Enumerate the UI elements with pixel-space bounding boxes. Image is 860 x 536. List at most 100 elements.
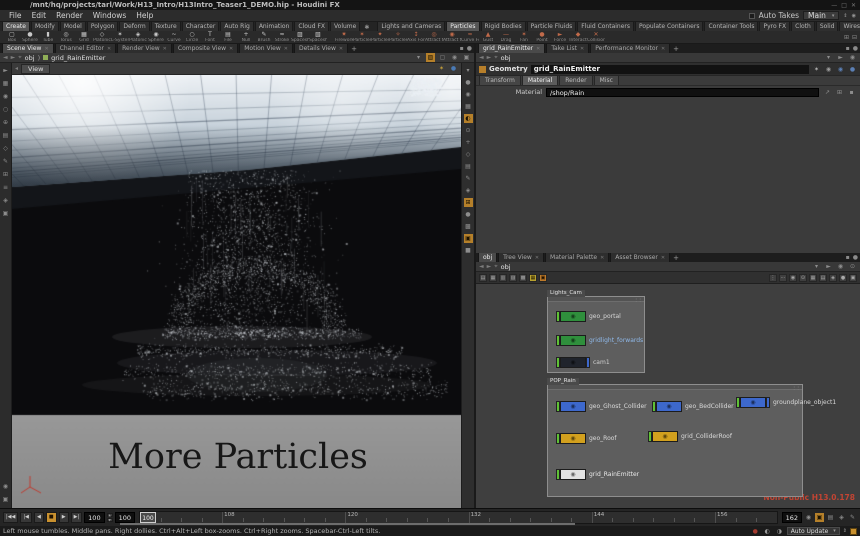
close-icon[interactable]: ✕ <box>284 46 288 52</box>
scene-path-icon[interactable]: ▾ <box>414 53 423 62</box>
forward-arrow-icon[interactable]: ► <box>11 54 16 61</box>
close-icon[interactable]: ✕ <box>600 255 604 261</box>
viewport-tool-icon[interactable]: ▣ <box>1 209 10 218</box>
shelf-tool-spaceshi[interactable]: ▧Spaceshi <box>309 32 327 43</box>
display-option-icon[interactable]: ● <box>464 210 473 219</box>
shelf-tab-model[interactable]: Model <box>60 22 86 31</box>
auto-takes-checkbox[interactable] <box>749 13 755 19</box>
shelf-tool-brush[interactable]: ✎Brush <box>255 32 273 43</box>
node-body[interactable]: ◉ <box>560 401 586 412</box>
frame-spinner[interactable]: ▲▼ <box>107 513 113 522</box>
network-view-icon[interactable]: ⋯ <box>779 274 787 282</box>
shelf-tab-character[interactable]: Character <box>182 22 220 31</box>
network-view-icon[interactable]: ▤ <box>819 274 827 282</box>
expand-icon[interactable]: ⊞ <box>844 34 849 41</box>
network-editor[interactable]: Non-Public H13.0.178 Lights_Cam⋮⋮◉geo_po… <box>476 284 860 508</box>
play-reverse-button[interactable]: ◀ <box>34 512 44 523</box>
shelf-tool-collisions-[interactable]: ✕Collisions... <box>587 32 605 43</box>
close-icon[interactable]: ✕ <box>229 46 233 52</box>
shelf-tool-l-system[interactable]: ✶L-System <box>111 32 129 43</box>
network-view-icon[interactable]: ▣ <box>849 274 857 282</box>
shelf-tab-populate-containers[interactable]: Populate Containers <box>635 22 703 31</box>
float-pane-icon[interactable]: ▪ <box>846 254 850 261</box>
scene-tab-render-view[interactable]: Render View✕ <box>117 44 172 53</box>
scene-path-icon[interactable]: ▢ <box>438 53 447 62</box>
scene-path-icon[interactable]: ▣ <box>462 53 471 62</box>
close-pane-icon[interactable]: ● <box>853 254 858 261</box>
node-body[interactable]: ◉ <box>740 397 766 408</box>
display-option-icon[interactable]: ■ <box>464 246 473 255</box>
stop-button[interactable]: ■ <box>46 512 57 523</box>
shelf-tab-deform[interactable]: Deform <box>119 22 149 31</box>
network-path-icon[interactable]: ▾ <box>812 262 821 271</box>
forward-arrow-icon[interactable]: ► <box>487 263 492 270</box>
float-pane-icon[interactable]: ▪ <box>460 45 464 52</box>
display-option-icon[interactable]: ⊙ <box>464 126 473 135</box>
node-groundplane_object1[interactable]: ◉groundplane_object1 <box>736 397 836 408</box>
param-tab-misc[interactable]: Misc <box>594 75 619 85</box>
close-icon[interactable]: ✕ <box>661 255 665 261</box>
view-tab[interactable]: View <box>21 64 50 74</box>
material-row-icon[interactable]: ↗ <box>823 88 832 97</box>
range-start-field[interactable]: 100 <box>115 512 135 523</box>
auto-update-selector[interactable]: Auto Update ▾ <box>787 527 840 535</box>
shelf-tab-create[interactable]: Create <box>2 22 30 31</box>
node-body[interactable]: ◉ <box>560 433 586 444</box>
viewport-tool-icon[interactable]: ▤ <box>1 131 10 140</box>
close-icon[interactable]: ✕ <box>339 46 343 52</box>
network-new-tab-button[interactable]: + <box>673 254 679 262</box>
render-flag[interactable] <box>586 357 590 368</box>
network-view-icon[interactable]: ● <box>839 274 847 282</box>
shelf-tab-cloud-fx[interactable]: Cloud FX <box>294 22 329 31</box>
network-tool-icon[interactable]: ▨ <box>509 274 517 282</box>
shelf-tool-curve-force[interactable]: ≈Curve Force <box>461 32 479 43</box>
material-row-icon[interactable]: ⊞ <box>835 88 844 97</box>
node-body[interactable]: ◉ <box>560 335 586 346</box>
display-option-icon[interactable]: ✎ <box>464 174 473 183</box>
current-frame-field[interactable]: 100 <box>84 512 104 523</box>
node-body[interactable]: ◉ <box>560 311 586 322</box>
display-option-icon[interactable]: ▤ <box>464 162 473 171</box>
scene-tab-channel-editor[interactable]: Channel Editor✕ <box>55 44 117 53</box>
param-tab-performance-monitor[interactable]: Performance Monitor✕ <box>590 44 670 53</box>
shelf-tool-force[interactable]: ►Force <box>551 32 569 43</box>
shelf-tool-attract-to-[interactable]: ◎Attract to... <box>425 32 443 43</box>
node-body[interactable]: ◉ <box>560 469 586 480</box>
window-control-icon[interactable]: — <box>831 2 837 9</box>
shelf-tool-sphere[interactable]: ◉Sphere <box>147 32 165 43</box>
playbar-option-icon[interactable]: ✎ <box>848 513 857 522</box>
node-geo_portal[interactable]: ◉geo_portal <box>556 311 621 322</box>
network-tab-asset-browser[interactable]: Asset Browser✕ <box>610 253 670 262</box>
shelf-tool-platonic[interactable]: ◈Platonic <box>129 32 147 43</box>
close-icon[interactable]: ✕ <box>535 255 539 261</box>
display-option-icon[interactable]: ◈ <box>464 186 473 195</box>
jump-to-end-button[interactable]: ▶| <box>71 512 83 523</box>
param-path-icon[interactable]: ► <box>836 53 845 62</box>
shelf-tool-particles-f-[interactable]: ✧Particles f... <box>389 32 407 43</box>
network-tool-icon[interactable]: ▩ <box>519 274 527 282</box>
param-path-icon[interactable]: ◉ <box>848 53 857 62</box>
shelf-tab-solid[interactable]: Solid <box>816 22 839 31</box>
shelf-tool-box[interactable]: ▢Box <box>3 32 21 43</box>
close-icon[interactable]: ✕ <box>163 46 167 52</box>
network-tool-icon[interactable]: ▤ <box>479 274 487 282</box>
timeline-scrollbar[interactable] <box>120 523 575 525</box>
shelf-tool-fan[interactable]: ✶Fan <box>515 32 533 43</box>
material-row-icon[interactable]: ▪ <box>847 88 856 97</box>
viewport-tool-icon[interactable]: ✎ <box>1 157 10 166</box>
chevron-left-icon[interactable]: ◂ <box>15 65 18 72</box>
param-tab-grid_rainemitter[interactable]: grid_RainEmitter✕ <box>478 44 545 53</box>
network-path-icon[interactable]: ⊙ <box>848 262 857 271</box>
close-icon[interactable]: ✕ <box>536 46 540 52</box>
shelf-tool-drag[interactable]: —Drag <box>497 32 515 43</box>
shelf-tool-stroke[interactable]: ≈Stroke <box>273 32 291 43</box>
node-header-icon[interactable]: ● <box>848 65 857 74</box>
node-header-icon[interactable]: ◉ <box>836 65 845 74</box>
network-view-icon[interactable]: ◈ <box>829 274 837 282</box>
shelf-tool-gust[interactable]: ▲Gust <box>479 32 497 43</box>
network-context-tab[interactable]: obj <box>478 253 497 262</box>
forward-arrow-icon[interactable]: ► <box>487 54 492 61</box>
shelf-tab-texture[interactable]: Texture <box>151 22 181 31</box>
param-tab-transform[interactable]: Transform <box>479 75 521 85</box>
param-tab-material[interactable]: Material <box>522 75 558 85</box>
